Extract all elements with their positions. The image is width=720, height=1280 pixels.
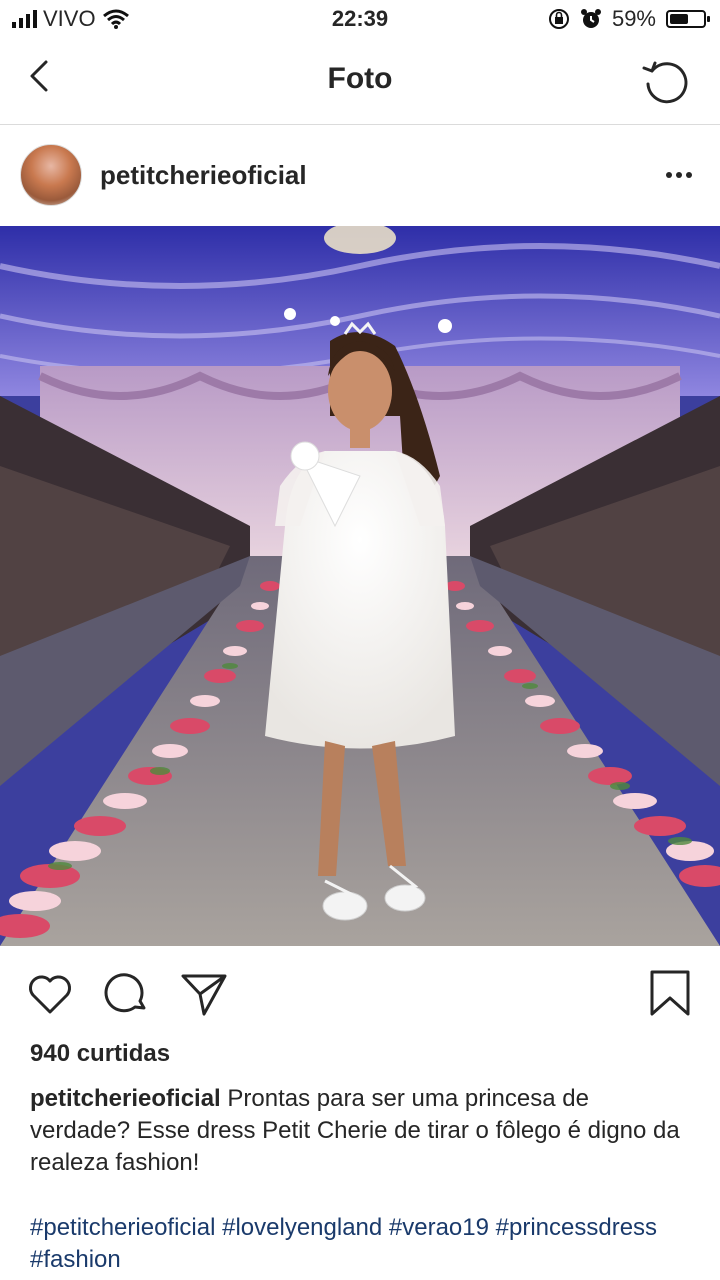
caption-username[interactable]: petitcherieoficial <box>30 1085 221 1112</box>
battery-icon <box>666 10 710 28</box>
orientation-lock-icon <box>548 9 569 29</box>
post-photo[interactable] <box>0 226 720 946</box>
comment-icon[interactable] <box>104 970 152 1018</box>
post-hashtags[interactable]: #petitcherieoficial #lovelyengland #vera… <box>30 1212 692 1276</box>
status-bar: VIVO 22:39 59% <box>0 0 720 40</box>
refresh-icon[interactable] <box>640 56 692 108</box>
likes-count[interactable]: 940 curtidas <box>30 1040 170 1068</box>
post-username[interactable]: petitcherieoficial <box>100 160 307 191</box>
bookmark-icon[interactable] <box>646 970 694 1018</box>
page-title: Foto <box>327 62 393 95</box>
runway-photo <box>0 226 720 946</box>
battery-percent: 59% <box>611 6 656 31</box>
alarm-icon <box>580 9 601 28</box>
nav-bar: Foto <box>0 40 720 125</box>
post-header: petitcherieoficial <box>0 124 720 226</box>
heart-icon[interactable] <box>26 970 74 1018</box>
status-right: 59% <box>548 6 710 32</box>
post-actions <box>0 946 720 1042</box>
more-icon[interactable] <box>666 172 692 178</box>
post-caption: petitcherieoficial Prontas para ser uma … <box>30 1083 692 1179</box>
avatar[interactable] <box>20 144 82 206</box>
send-icon[interactable] <box>180 970 228 1018</box>
battery-fill <box>670 14 688 24</box>
